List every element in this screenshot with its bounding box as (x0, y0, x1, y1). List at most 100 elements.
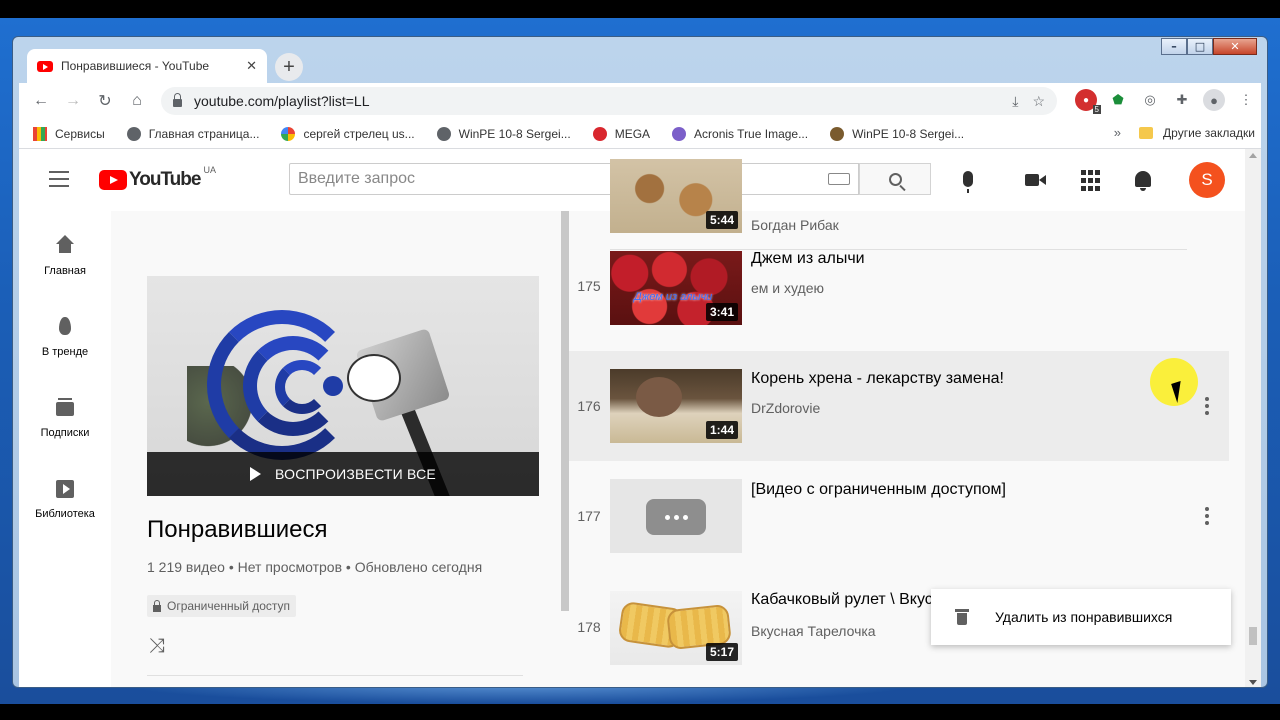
menu-icon[interactable] (49, 171, 69, 192)
bookmark-label: MEGA (614, 126, 651, 141)
wifi-dot (323, 376, 343, 396)
thumbnail-overlay-text: Джем из алычи (634, 291, 713, 303)
row-divider (610, 249, 1187, 250)
library-icon (54, 478, 76, 500)
privacy-label: Ограниченный доступ (167, 599, 291, 613)
video-thumbnail[interactable] (610, 479, 742, 553)
guide-label: Главная (44, 265, 86, 277)
globe-extension-icon[interactable]: ◎ (1139, 89, 1161, 111)
private-video-icon (646, 499, 706, 535)
video-title[interactable]: Джем из алычи (751, 250, 865, 268)
lock-icon (173, 93, 182, 107)
acronis-icon (672, 126, 687, 141)
adblock-extension-icon[interactable]: ● 5 (1075, 89, 1101, 114)
video-title[interactable]: Корень хрена - лекарству замена! (751, 370, 1004, 388)
puzzle-icon[interactable]: ✚ (1171, 89, 1193, 111)
video-title[interactable]: [Видео с ограниченным доступом] (751, 481, 1006, 499)
guide-item-subscriptions[interactable]: Подписки (19, 397, 111, 439)
profile-icon[interactable]: ● (1203, 89, 1225, 111)
mini-guide: Главная В тренде Подписки Библиотека (19, 211, 111, 687)
play-all-button[interactable]: ВОСПРОИЗВЕСТИ ВСЕ (147, 452, 539, 496)
logo-text: YouTube (129, 169, 201, 190)
row-index: 177 (577, 508, 601, 524)
tab-title: Понравившиеся - YouTube (61, 59, 210, 73)
video-thumbnail[interactable]: Джем из алычи 3:41 (610, 251, 742, 325)
browser-toolbar: ← → ↻ ⌂ youtube.com/playlist?list=LL ⤓ ☆… (19, 83, 1261, 119)
bookmark-star-icon[interactable]: ☆ (1032, 93, 1045, 110)
home-button-icon[interactable]: ⌂ (121, 92, 153, 110)
tab-close-icon[interactable]: ✕ (246, 58, 257, 74)
other-bookmarks[interactable]: Другие закладки (1139, 126, 1255, 140)
video-thumbnail[interactable]: 5:44 (610, 159, 742, 233)
address-bar[interactable]: youtube.com/playlist?list=LL ⤓ ☆ (161, 87, 1057, 115)
youtube-favicon-icon (37, 60, 53, 72)
playlist-row-hovered[interactable]: 176 1:44 Корень хрена - лекарству замена… (569, 351, 1229, 461)
bookmark-homepage[interactable]: Главная страница... (126, 126, 260, 141)
row-index: 176 (577, 398, 601, 414)
google-icon (281, 126, 296, 141)
more-actions-icon[interactable] (1205, 397, 1209, 418)
guide-label: Подписки (40, 427, 90, 439)
logo-region: UA (203, 165, 216, 175)
playlist-row[interactable]: 177 [Видео с ограниченным доступом] (569, 461, 1229, 571)
guide-item-home[interactable]: Главная (19, 235, 111, 277)
guide-item-library[interactable]: Библиотека (19, 478, 111, 520)
scrollbar-thumb[interactable] (1249, 627, 1257, 645)
trash-icon (955, 609, 969, 625)
bookmark-mega[interactable]: MEGA (592, 126, 651, 141)
sidebar-scrollbar[interactable] (561, 211, 569, 611)
more-actions-icon[interactable] (1205, 507, 1209, 528)
home-icon (54, 235, 76, 257)
url-text[interactable]: youtube.com/playlist?list=LL (194, 93, 998, 109)
globe-icon (126, 126, 141, 141)
scroll-up-arrow-icon[interactable] (1249, 153, 1257, 158)
guide-item-trending[interactable]: В тренде (19, 316, 111, 358)
bookmark-winpe[interactable]: WinPE 10-8 Sergei... (436, 126, 571, 141)
bookmark-google[interactable]: сергей стрелец us... (281, 126, 415, 141)
bookmark-acronis[interactable]: Acronis True Image... (672, 126, 808, 141)
video-duration: 3:41 (705, 303, 738, 321)
youtube-page: YouTube UA Введите запрос S Главная В тр… (19, 149, 1261, 687)
reload-icon[interactable]: ↻ (89, 91, 121, 111)
guide-label: В тренде (41, 346, 89, 358)
context-menu: Удалить из понравившихся (931, 589, 1231, 645)
folder-icon (1139, 127, 1154, 139)
playlist-row[interactable]: 175 Джем из алычи 3:41 Джем из алычи ем … (569, 250, 1229, 361)
playlist-row[interactable]: 5:44 Богдан Рибак (569, 149, 1229, 251)
video-channel[interactable]: Богдан Рибак (751, 217, 839, 233)
bookmark-label: Главная страница... (148, 126, 260, 141)
back-icon[interactable]: ← (25, 92, 57, 110)
shield-extension-icon[interactable]: ⬟ (1107, 89, 1129, 111)
row-index: 178 (577, 619, 601, 635)
video-thumbnail[interactable]: 1:44 (610, 369, 742, 443)
video-thumbnail[interactable]: 5:17 (610, 591, 742, 665)
scroll-down-arrow-icon[interactable] (1249, 680, 1257, 685)
bookmarks-overflow-icon[interactable]: » (1114, 125, 1121, 140)
lock-icon (153, 599, 161, 612)
subscriptions-icon (54, 397, 76, 419)
chrome-menu-icon[interactable]: ⋮ (1235, 89, 1257, 111)
other-bookmarks-label: Другие закладки (1163, 126, 1255, 140)
video-channel[interactable]: DrZdorovie (751, 400, 820, 416)
bookmark-label: Сервисы (55, 126, 105, 141)
playlist-stats: 1 219 видео • Нет просмотров • Обновлено… (147, 559, 483, 575)
bookmark-winpe-2[interactable]: WinPE 10-8 Sergei... (830, 126, 964, 141)
page-scrollbar[interactable] (1245, 149, 1261, 687)
bookmark-services[interactable]: Сервисы (33, 126, 105, 141)
youtube-play-logo-icon (99, 170, 127, 190)
playlist-thumbnail[interactable]: ВОСПРОИЗВЕСТИ ВСЕ (147, 276, 539, 496)
shuffle-icon[interactable]: ⤨ (149, 635, 165, 658)
video-channel[interactable]: ем и худею (751, 280, 824, 296)
trending-icon (54, 316, 76, 338)
install-icon[interactable]: ⤓ (1012, 93, 1018, 110)
tab-youtube[interactable]: Понравившиеся - YouTube ✕ (27, 49, 267, 83)
playlist-sidebar: ВОСПРОИЗВЕСТИ ВСЕ Понравившиеся 1 219 ви… (111, 211, 569, 687)
video-channel[interactable]: Вкусная Тарелочка (751, 623, 876, 639)
video-duration: 1:44 (705, 421, 738, 439)
forward-icon[interactable]: → (57, 92, 89, 110)
bookmark-label: WinPE 10-8 Sergei... (458, 126, 571, 141)
youtube-logo[interactable]: YouTube UA (99, 165, 216, 191)
privacy-dropdown[interactable]: Ограниченный доступ (147, 595, 297, 617)
new-tab-button[interactable]: + (275, 53, 303, 81)
remove-from-liked-item[interactable]: Удалить из понравившихся (995, 609, 1172, 625)
